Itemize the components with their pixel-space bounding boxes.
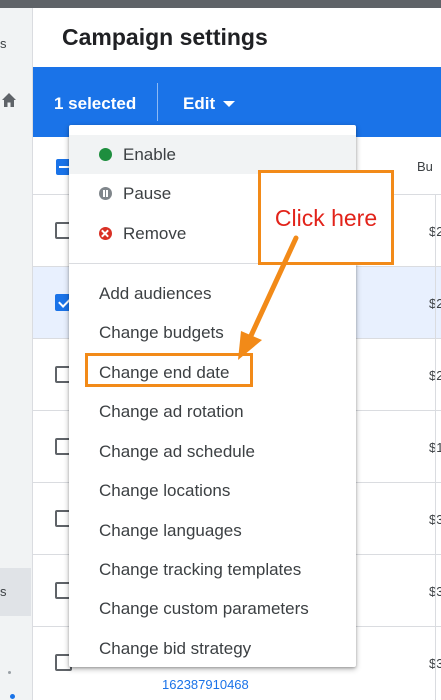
top-strip xyxy=(0,0,441,8)
menu-item-change-tracking-templates[interactable]: Change tracking templates xyxy=(69,550,356,589)
menu-item-change-languages[interactable]: Change languages xyxy=(69,511,356,550)
edit-label: Edit xyxy=(183,94,216,113)
edit-dropdown-button[interactable]: Edit xyxy=(183,94,236,114)
menu-item-label: Change bid strategy xyxy=(99,638,252,658)
menu-item-change-locations[interactable]: Change locations xyxy=(69,471,356,510)
selected-count: 1 selected xyxy=(54,94,137,113)
sidebar-marker xyxy=(8,671,11,674)
green-dot-icon xyxy=(99,148,112,161)
page-title: Campaign settings xyxy=(62,24,268,50)
home-icon[interactable] xyxy=(1,92,17,108)
menu-item-label: Change tracking templates xyxy=(99,559,302,579)
menu-item-label: Enable xyxy=(123,144,176,164)
sidebar-item-label: s xyxy=(0,584,7,599)
menu-item-add-audiences[interactable]: Add audiences xyxy=(69,274,356,313)
menu-item-change-budgets[interactable]: Change budgets xyxy=(69,313,356,352)
action-bar-divider xyxy=(157,83,158,121)
column-divider xyxy=(435,195,436,700)
menu-item-label: Change languages xyxy=(99,520,242,540)
menu-item-label: Change ad rotation xyxy=(99,401,244,421)
menu-item-change-custom-parameters[interactable]: Change custom parameters xyxy=(69,589,356,628)
highlight-box xyxy=(85,353,253,387)
pause-icon xyxy=(99,187,112,200)
left-sidebar: s s xyxy=(0,8,33,700)
campaign-id-link[interactable]: 162387910468 xyxy=(162,677,249,692)
remove-icon xyxy=(99,227,112,240)
menu-item-label: Add audiences xyxy=(99,283,212,303)
menu-item-label: Pause xyxy=(123,183,172,203)
callout-text: Click here xyxy=(274,205,378,231)
budget-column-header[interactable]: Bu xyxy=(417,159,433,174)
sidebar-item-selected[interactable]: s xyxy=(0,568,31,616)
menu-item-label: Remove xyxy=(123,223,187,243)
menu-item-change-bid-strategy[interactable]: Change bid strategy xyxy=(69,629,356,668)
menu-item-enable[interactable]: Enable xyxy=(69,135,356,174)
menu-item-label: Change ad schedule xyxy=(99,441,255,461)
menu-item-label: Change locations xyxy=(99,480,231,500)
caret-down-icon xyxy=(223,101,236,107)
menu-item-change-ad-schedule[interactable]: Change ad schedule xyxy=(69,432,356,471)
notification-dot xyxy=(10,694,15,699)
menu-item-label: Change custom parameters xyxy=(99,598,309,618)
sidebar-item-label[interactable]: s xyxy=(0,36,7,51)
menu-item-label: Change budgets xyxy=(99,322,224,342)
menu-item-change-ad-rotation[interactable]: Change ad rotation xyxy=(69,392,356,431)
callout-box: Click here xyxy=(258,170,394,265)
